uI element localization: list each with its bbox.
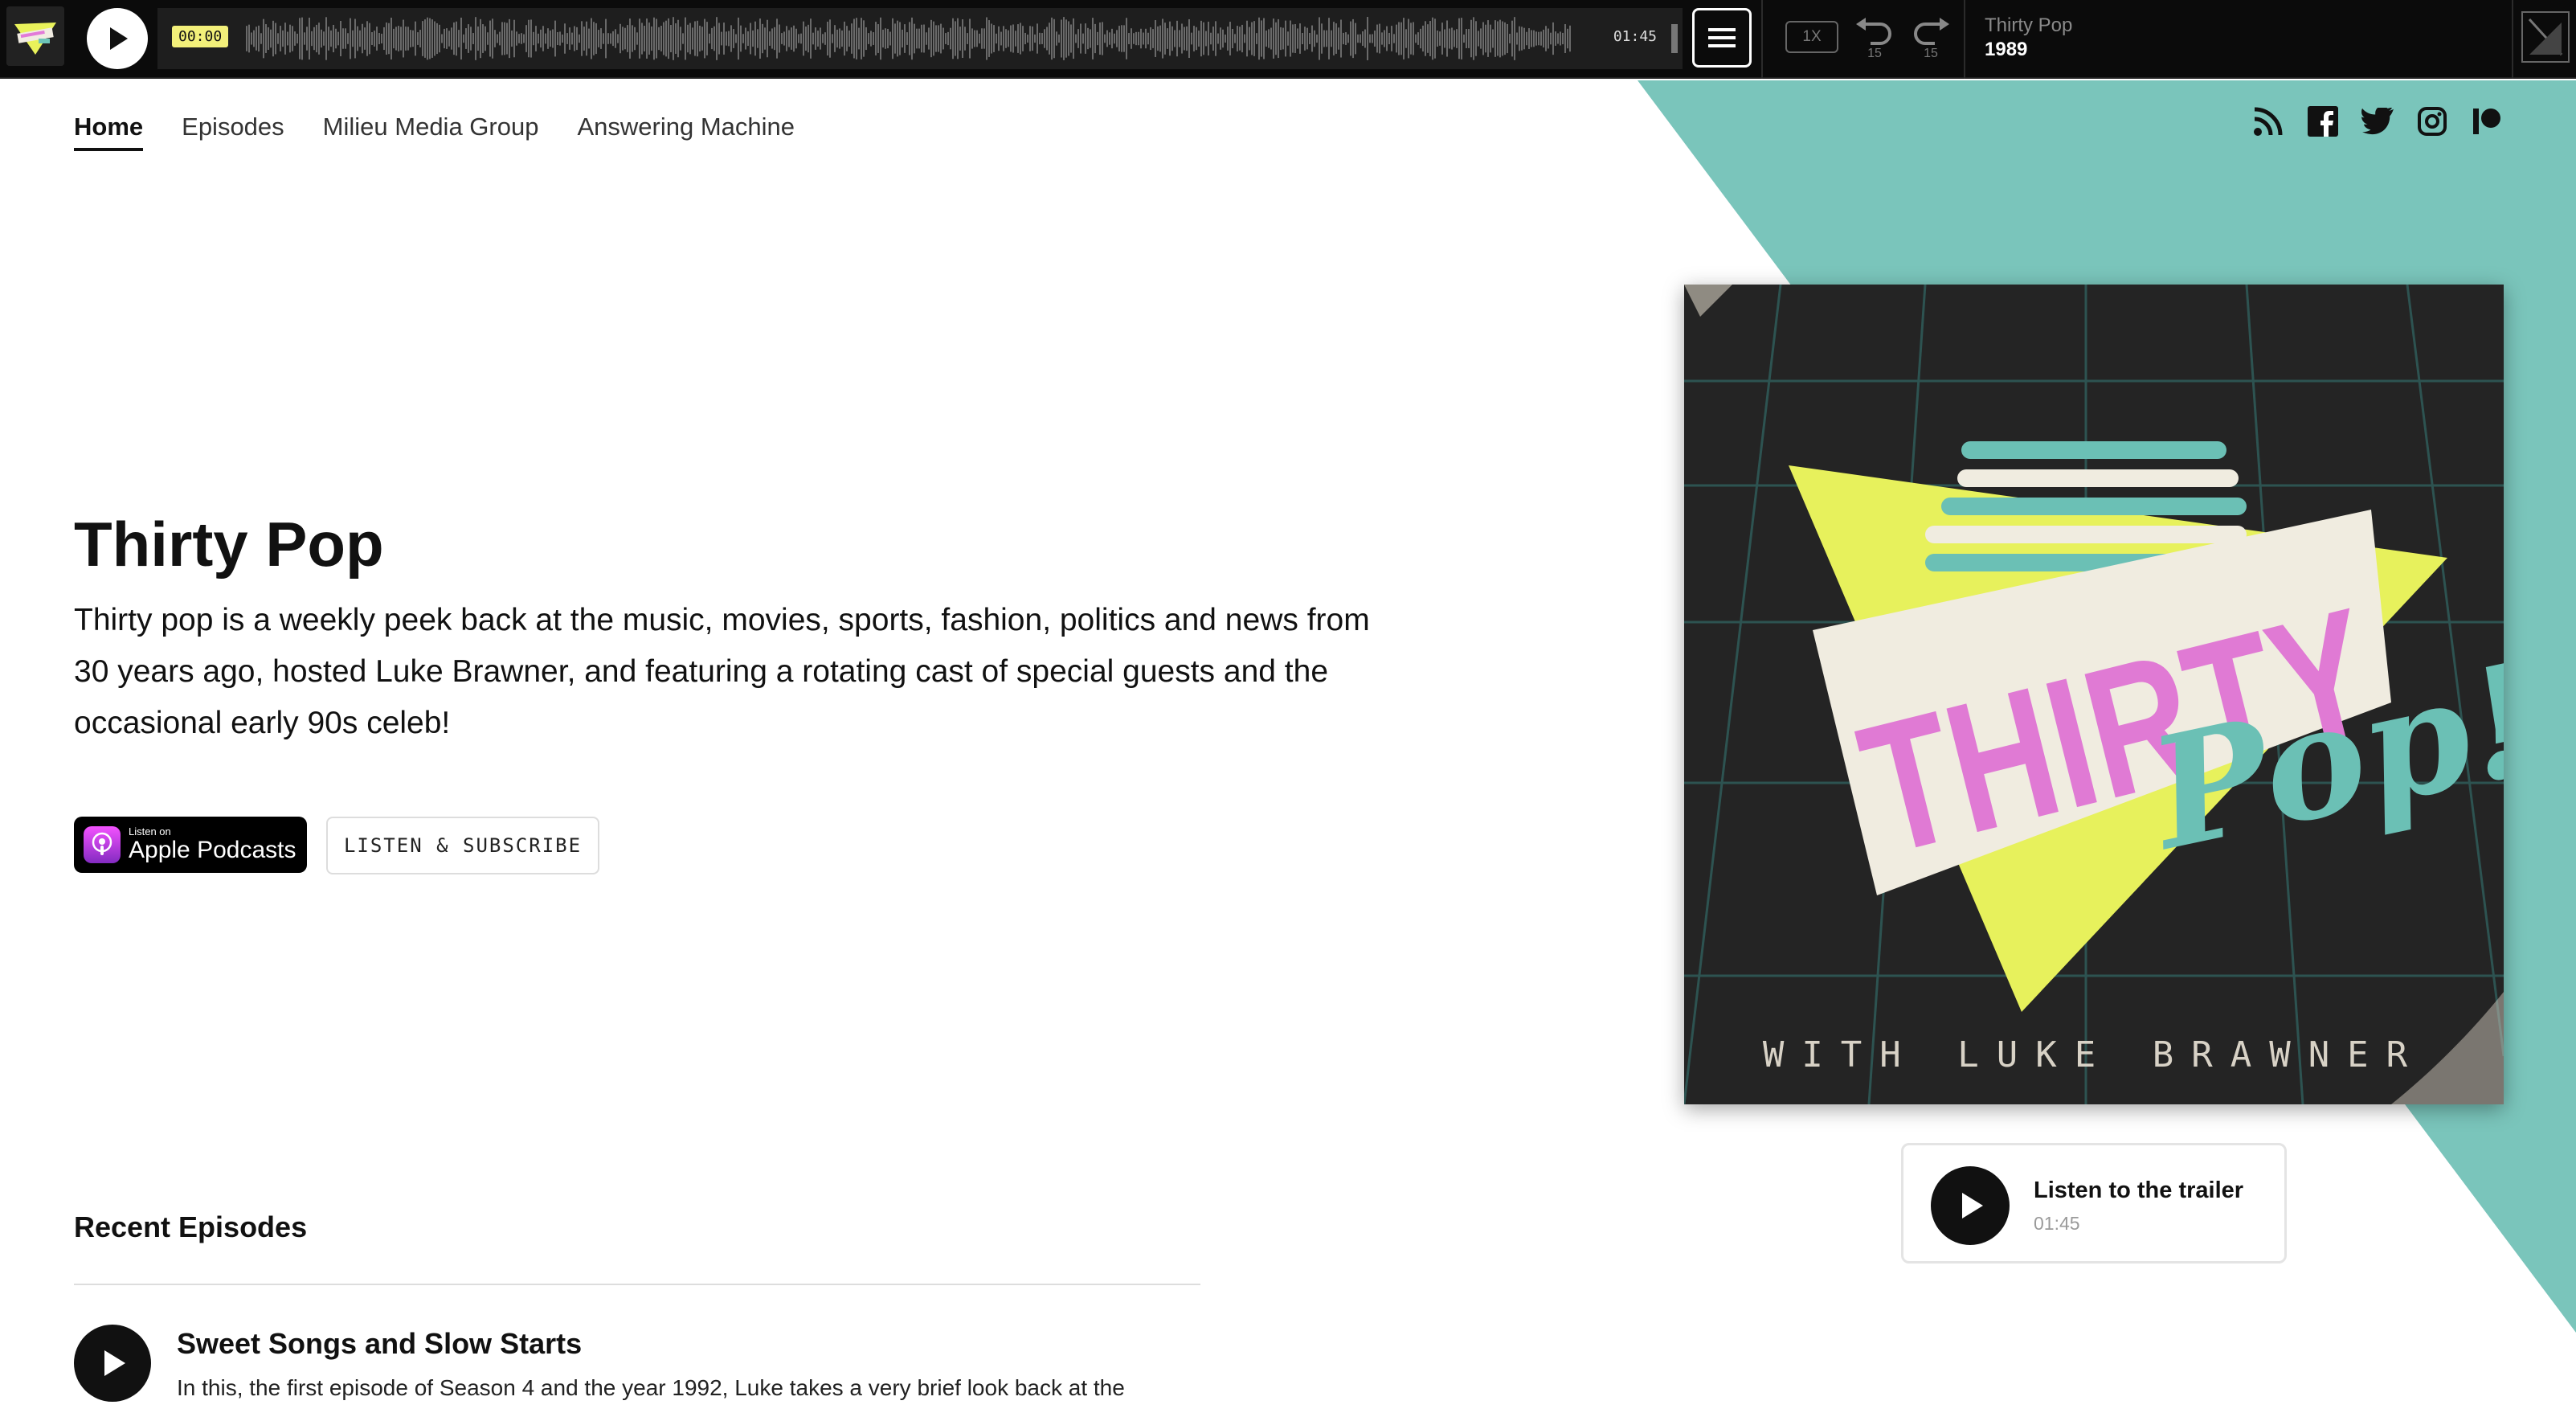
- trailer-duration: 01:45: [2034, 1213, 2080, 1234]
- nav-episodes[interactable]: Episodes: [182, 113, 284, 151]
- trailer-card[interactable]: Listen to the trailer 01:45: [1901, 1143, 2287, 1264]
- player-cover-thumbnail[interactable]: [6, 6, 64, 66]
- show-description: Thirty pop is a weekly peek back at the …: [74, 603, 1370, 740]
- waveform-scrubber[interactable]: 00:00 01:45: [157, 8, 1683, 69]
- trailer-label: Listen to the trailer: [2034, 1178, 2244, 1203]
- now-playing-info: Thirty Pop 1989: [1985, 14, 2072, 61]
- skip-back-button[interactable]: 15: [1853, 16, 1896, 61]
- social-links: [2251, 104, 2504, 138]
- twitter-icon[interactable]: [2361, 104, 2394, 138]
- play-icon: [1962, 1193, 1983, 1218]
- section-divider: [74, 1284, 1200, 1285]
- rss-icon[interactable]: [2251, 104, 2285, 138]
- page-title: Thirty Pop: [74, 509, 384, 580]
- episode-title[interactable]: Sweet Songs and Slow Starts: [177, 1327, 582, 1361]
- main-nav: Home Episodes Milieu Media Group Answeri…: [74, 113, 795, 151]
- waveform-end-marker: [1671, 24, 1678, 53]
- patreon-icon[interactable]: [2470, 104, 2504, 138]
- total-duration: 01:45: [1613, 28, 1657, 45]
- facebook-icon[interactable]: [2306, 104, 2340, 138]
- skip-back-seconds: 15: [1867, 47, 1882, 60]
- hamburger-menu-icon: [1708, 28, 1736, 47]
- listen-subscribe-button[interactable]: LISTEN & SUBSCRIBE: [326, 817, 599, 874]
- apple-podcasts-icon: [84, 826, 121, 863]
- playback-speed-button[interactable]: 1X: [1785, 21, 1838, 53]
- nav-home[interactable]: Home: [74, 113, 144, 151]
- audio-player-bar: 00:00 01:45 1X 15 15 Thirty Pop 1989: [0, 0, 2576, 79]
- play-icon: [104, 1350, 125, 1376]
- now-playing-episode: 1989: [1985, 39, 2028, 60]
- trailer-play-button[interactable]: [1931, 1166, 2010, 1245]
- cover-caption: WITH LUKE BRAWNER: [1762, 1034, 2426, 1075]
- now-playing-show: Thirty Pop: [1985, 14, 2073, 36]
- current-time: 00:00: [172, 26, 229, 47]
- nav-answering-machine[interactable]: Answering Machine: [577, 113, 795, 151]
- instagram-icon[interactable]: [2415, 104, 2449, 138]
- episode-description: In this, the first episode of Season 4 a…: [177, 1375, 1125, 1400]
- player-play-button[interactable]: [87, 8, 148, 69]
- episode-play-button[interactable]: [74, 1325, 151, 1402]
- expand-player-button[interactable]: [2521, 11, 2570, 63]
- apple-podcasts-button[interactable]: Listen on Apple Podcasts: [74, 817, 307, 873]
- rewind-15-icon: [1856, 18, 1891, 45]
- expand-icon: [2528, 18, 2563, 56]
- recent-episodes-heading: Recent Episodes: [74, 1210, 308, 1243]
- apple-button-label: Apple Podcasts: [129, 837, 296, 863]
- forward-15-icon: [1914, 18, 1949, 45]
- nav-milieu-media-group[interactable]: Milieu Media Group: [323, 113, 539, 151]
- skip-forward-seconds: 15: [1924, 47, 1938, 60]
- player-divider: [2512, 0, 2513, 79]
- player-menu-button[interactable]: [1692, 8, 1752, 68]
- player-divider: [1964, 0, 1965, 79]
- play-icon: [110, 27, 128, 50]
- apple-button-small-text: Listen on: [129, 825, 171, 838]
- skip-forward-button[interactable]: 15: [1909, 16, 1952, 61]
- player-divider: [1761, 0, 1763, 79]
- podcast-cover-art: THIRTY Pop! WITH LUKE BRAWNER: [1683, 284, 2552, 1105]
